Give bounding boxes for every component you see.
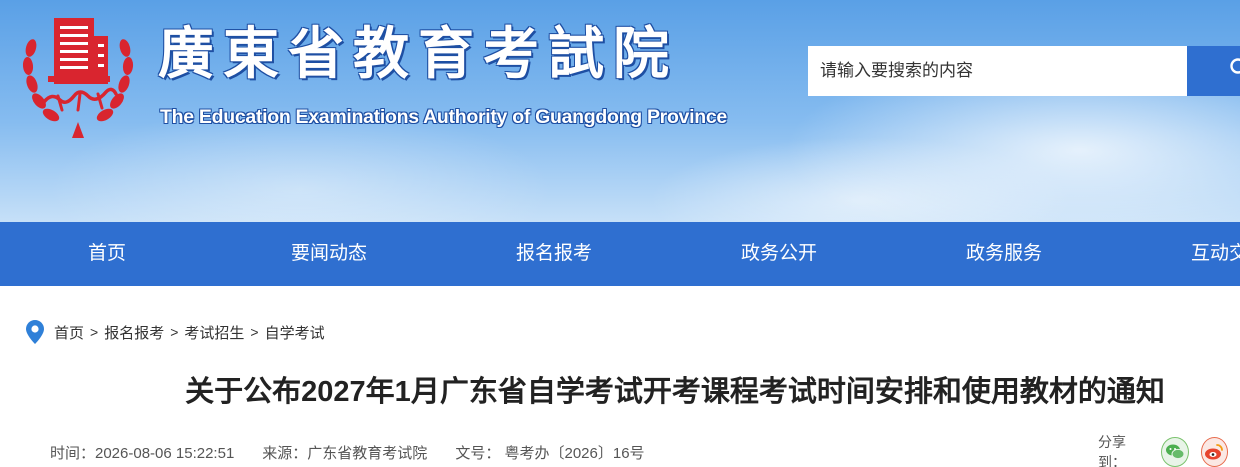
breadcrumb-registration[interactable]: 报名报考 [104, 322, 164, 343]
share-weibo-button[interactable] [1200, 437, 1228, 467]
search-icon [1230, 58, 1240, 74]
article-doc-number: 文号： 粤考办〔2026〕16号 [455, 445, 645, 462]
header-banner: 廣東省教育考試院 The Education Examinations Auth… [0, 0, 1240, 222]
search-button[interactable] [1187, 46, 1240, 96]
share-bar: 分享到： [1098, 432, 1240, 467]
nav-item-news[interactable]: 要闻动态 [291, 222, 367, 286]
article-meta: 时间：2026-08-06 15:22:51 来源：广东省教育考试院 文号： 粤… [50, 442, 673, 463]
nav-item-government-services[interactable]: 政务服务 [966, 222, 1042, 286]
nav-item-registration[interactable]: 报名报考 [516, 222, 592, 286]
nav-item-home[interactable]: 首页 [88, 222, 126, 286]
breadcrumb-separator: > [250, 324, 259, 340]
site-name[interactable]: 廣東省教育考試院 [158, 22, 678, 86]
emblem-logo[interactable] [18, 14, 138, 142]
weibo-icon [1205, 444, 1224, 460]
article-time: 时间：2026-08-06 15:22:51 [50, 445, 235, 462]
breadcrumb-separator: > [170, 324, 179, 340]
site-subtitle: The Education Examinations Authority of … [160, 106, 727, 128]
article-title: 关于公布2027年1月广东省自学考试开考课程考试时间安排和使用教材的通知 [185, 376, 1165, 408]
breadcrumb-self-study-exam[interactable]: 自学考试 [265, 322, 325, 343]
share-wechat-button[interactable] [1161, 437, 1189, 467]
wechat-icon [1165, 444, 1185, 460]
breadcrumb-exam-enrollment[interactable]: 考试招生 [184, 322, 244, 343]
search-input[interactable] [808, 46, 1188, 96]
article-source: 来源：广东省教育考试院 [262, 445, 428, 462]
location-pin-icon [26, 320, 44, 344]
breadcrumb: 首页 > 报名报考 > 考试招生 > 自学考试 [26, 320, 325, 344]
breadcrumb-home[interactable]: 首页 [54, 322, 84, 343]
main-nav: 首页 要闻动态 报名报考 政务公开 政务服务 互动交 [0, 222, 1240, 286]
nav-item-government-affairs[interactable]: 政务公开 [741, 222, 817, 286]
nav-item-interaction[interactable]: 互动交 [1191, 222, 1240, 286]
share-label: 分享到： [1098, 434, 1126, 467]
breadcrumb-separator: > [90, 324, 99, 340]
